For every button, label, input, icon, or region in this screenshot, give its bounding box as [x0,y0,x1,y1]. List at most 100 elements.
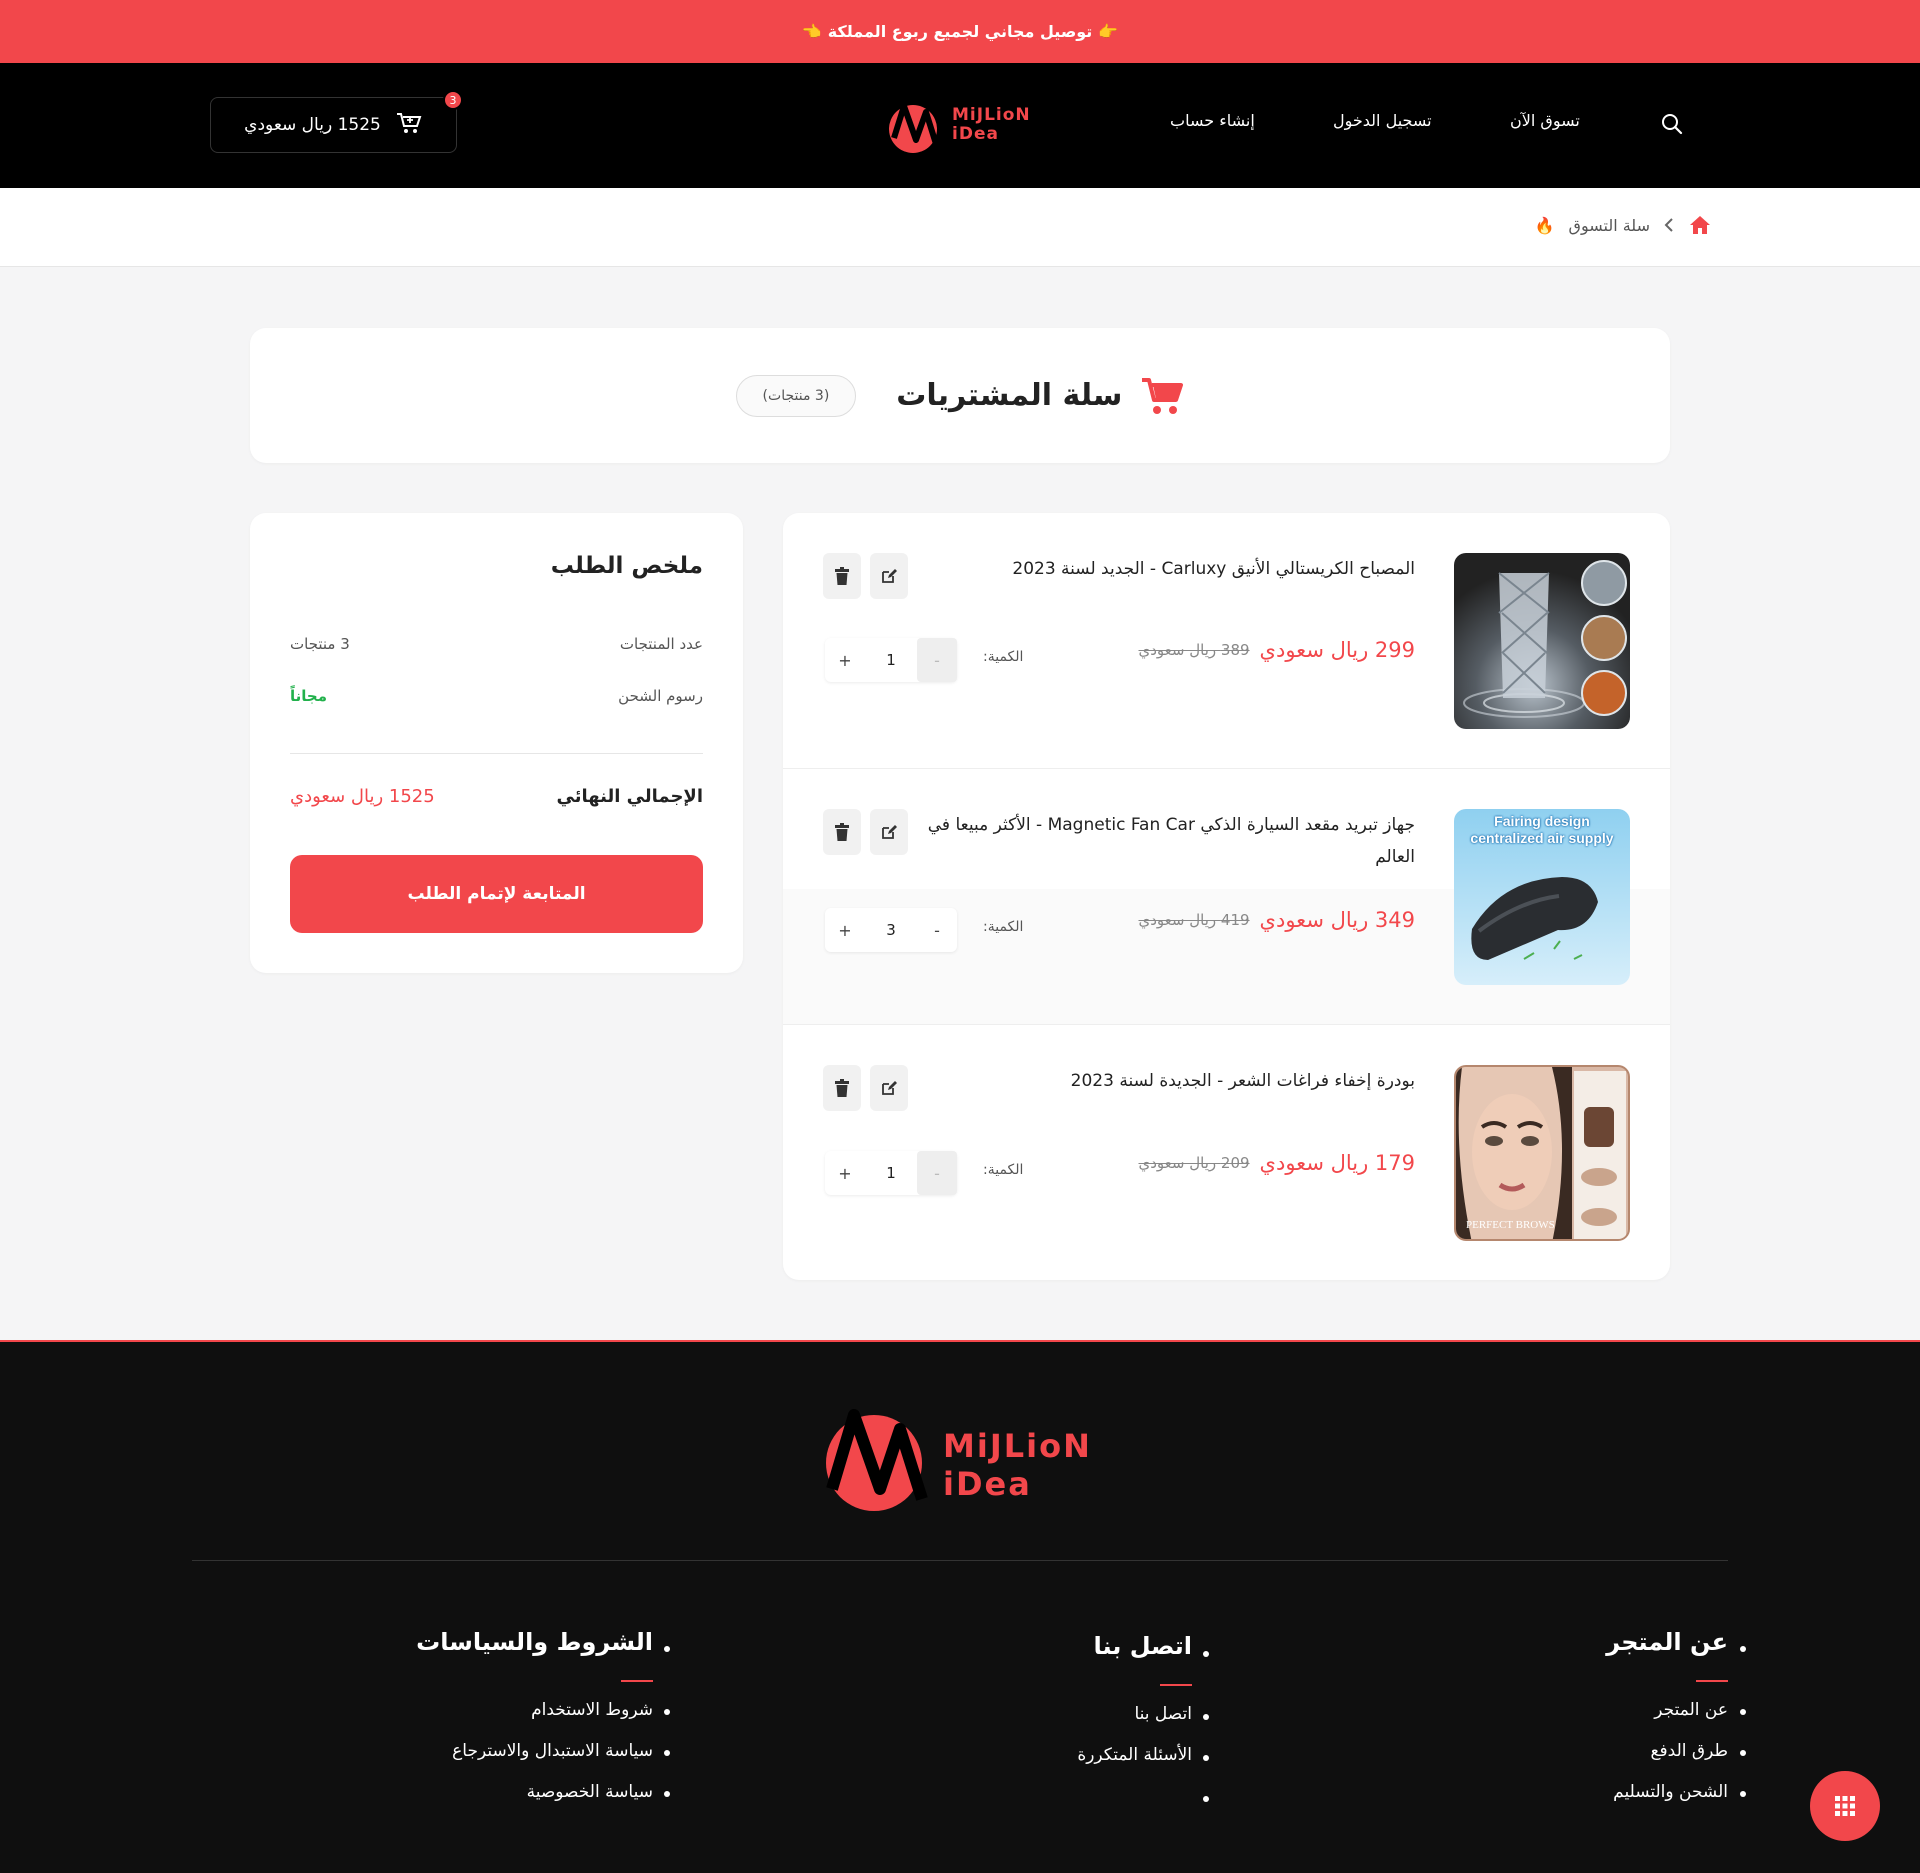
trash-icon [835,567,849,585]
edit-item-button[interactable] [870,1065,908,1111]
footer-link-terms[interactable]: شروط الاستخدام [353,1698,653,1722]
bullet [664,1646,670,1652]
header-cart-total: 1525 ريال سعودي [244,115,381,135]
quantity-label: الكمية: [983,919,1024,935]
trash-icon [835,823,849,841]
product-price: 179 ريال سعودي [1259,1151,1415,1175]
product-image-crystal-lamp[interactable] [1454,553,1630,729]
footer-contact-column: اتصل بنا اتصل بنا الأسئلة المتكررة [892,1632,1192,1784]
edit-item-button[interactable] [870,553,908,599]
quantity-increase-button[interactable]: + [825,908,865,952]
cart-item: PERFECT BROWS بودرة إخفاء فراغات الشعر -… [783,1025,1670,1280]
quantity-value[interactable]: 3 [865,921,917,939]
product-old-price: 389 ريال سعودي [1138,641,1250,659]
announcement-text: توصيل مجاني لجميع ربوع المملكة [827,22,1093,41]
cart-item: Fairing design centralized air supply جه… [783,769,1670,1025]
product-name[interactable]: بودرة إخفاء فراغات الشعر - الجديدة لسنة … [895,1065,1415,1097]
trash-icon [835,1079,849,1097]
product-name[interactable]: المصباح الكريستالي الأنيق Carluxy - الجد… [895,553,1415,585]
product-old-price: 209 ريال سعودي [1138,1154,1250,1172]
home-icon[interactable] [1688,214,1712,236]
footer-link-faq[interactable]: الأسئلة المتكررة [892,1743,1192,1767]
edit-icon [882,569,897,583]
bullet [664,1791,670,1797]
footer-link-shipping[interactable]: الشحن والتسليم [1428,1780,1728,1804]
quantity-stepper: + 1 - [825,1151,957,1195]
fire-icon: 🔥 [1534,215,1555,235]
delete-item-button[interactable] [823,553,861,599]
summary-divider [290,753,703,754]
site-logo[interactable]: MiJLioN iDea [880,98,1040,156]
cart-icon [395,111,423,140]
pointing-hand-icon: 👉 [1098,22,1119,41]
edit-icon [882,1081,897,1095]
footer-about-title: عن المتجر [1428,1628,1728,1682]
logo-mark-icon [889,103,939,153]
cart-title-card: سلة المشتريات (3 منتجات) [250,328,1670,463]
product-price: 299 ريال سعودي [1259,638,1415,662]
nav-login[interactable]: تسجيل الدخول [1333,111,1432,130]
edit-icon [882,825,897,839]
footer-link-about[interactable]: عن المتجر [1428,1698,1728,1722]
footer-divider [192,1560,1728,1561]
summary-total-value: 1525 ريال سعودي [290,786,435,807]
cart-count-pill: (3 منتجات) [735,374,857,417]
product-image-hair-powder[interactable]: PERFECT BROWS [1454,1065,1630,1241]
delete-item-button[interactable] [823,809,861,855]
quantity-value[interactable]: 1 [865,651,917,669]
footer-about-column: عن المتجر عن المتجر طرق الدفع الشحن والت… [1428,1628,1728,1821]
summary-count-row: عدد المنتجات 3 منتجات [290,635,703,653]
breadcrumb: سلة التسوق 🔥 [1535,214,1712,236]
quantity-increase-button[interactable]: + [825,638,865,682]
footer-logo-line2: iDea [943,1465,1032,1503]
quantity-stepper: + 1 - [825,638,957,682]
floating-menu-button[interactable] [1810,1771,1880,1841]
product-image-fan-car[interactable]: Fairing design centralized air supply [1454,809,1630,985]
bullet [664,1709,670,1715]
footer-contact-title: اتصل بنا [892,1632,1192,1686]
edit-item-button[interactable] [870,809,908,855]
bullet [1740,1791,1746,1797]
search-icon[interactable] [1660,112,1684,136]
quantity-stepper: + 3 - [825,908,957,952]
bullet [1203,1651,1209,1657]
nav-register[interactable]: إنشاء حساب [1170,111,1255,130]
header-cart-button[interactable]: 1525 ريال سعودي [210,97,457,153]
footer-link-privacy[interactable]: سياسة الخصوصية [353,1780,653,1804]
chevron-left-icon [1664,218,1673,232]
footer-link-returns[interactable]: سياسة الاستبدال والاسترجاع [353,1739,653,1763]
footer-link-payment[interactable]: طرق الدفع [1428,1739,1728,1763]
bullet [1740,1750,1746,1756]
quantity-increase-button[interactable]: + [825,1151,865,1195]
delete-item-button[interactable] [823,1065,861,1111]
quantity-decrease-button[interactable]: - [917,638,957,682]
footer-logo-line1: MiJLioN [943,1427,1092,1465]
cart-items-card: المصباح الكريستالي الأنيق Carluxy - الجد… [783,513,1670,1280]
footer-policies-title: الشروط والسياسات [353,1628,653,1682]
page-title: سلة المشتريات [896,378,1123,413]
cart-count-badge: 3 [443,90,463,110]
quantity-value[interactable]: 1 [865,1164,917,1182]
summary-count-value: 3 منتجات [290,635,350,653]
cart-icon [1142,377,1184,414]
footer-link-contact[interactable]: اتصل بنا [892,1702,1192,1726]
nav-shop-now[interactable]: تسوق الآن [1510,111,1580,130]
bullet [1203,1755,1209,1761]
quantity-label: الكمية: [983,1162,1024,1178]
breadcrumb-current: سلة التسوق [1568,215,1650,235]
quantity-decrease-button[interactable]: - [917,908,957,952]
product-name[interactable]: جهاز تبريد مقعد السيارة الذكي Magnetic F… [895,809,1415,873]
checkout-button[interactable]: المتابعة لإتمام الطلب [290,855,703,933]
announcement-bar: 👉 توصيل مجاني لجميع ربوع المملكة 👈 [0,0,1920,63]
footer-logo[interactable]: MiJLioN iDea [818,1403,1108,1515]
quantity-decrease-button[interactable]: - [917,1151,957,1195]
logo-line2: iDea [952,124,999,144]
quantity-label: الكمية: [983,649,1024,665]
summary-shipping-value: مجاناً [290,687,327,705]
product-old-price: 419 ريال سعودي [1138,911,1250,929]
order-summary-card: ملخص الطلب عدد المنتجات 3 منتجات رسوم ال… [250,513,743,973]
summary-count-label: عدد المنتجات [619,635,703,653]
summary-title: ملخص الطلب [550,553,703,579]
cart-item: المصباح الكريستالي الأنيق Carluxy - الجد… [783,513,1670,769]
footer-policies-column: الشروط والسياسات شروط الاستخدام سياسة ال… [353,1628,653,1821]
